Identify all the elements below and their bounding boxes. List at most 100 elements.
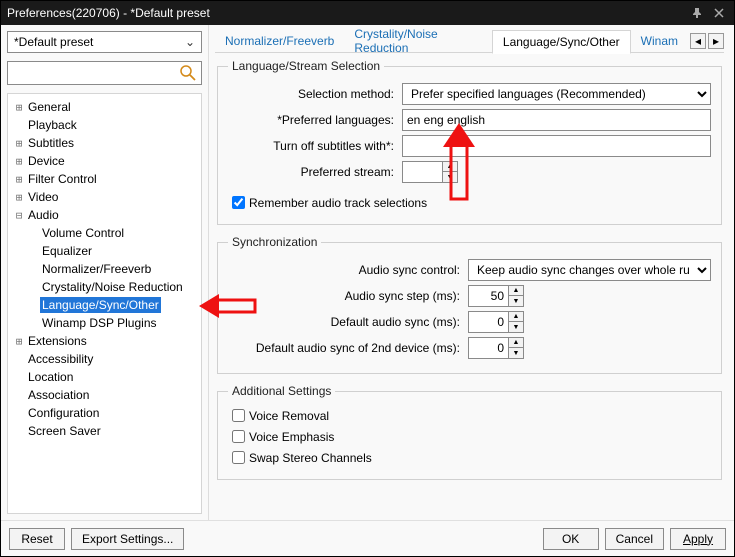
synchronization-group: Synchronization Audio sync control: Keep… (217, 235, 722, 374)
search-input[interactable] (12, 65, 179, 81)
tab[interactable]: Crystality/Noise Reduction (344, 29, 492, 53)
tree-label: Extensions (26, 333, 89, 349)
expand-icon[interactable]: ⊞ (12, 335, 26, 348)
tree-node[interactable]: Volume Control (8, 224, 201, 242)
additional-settings-group: Additional Settings Voice Removal Voice … (217, 384, 722, 480)
category-tree[interactable]: ⊞GeneralPlayback⊞Subtitles⊞Device⊞Filter… (7, 93, 202, 514)
left-pane: *Default preset ⌄ ⊞GeneralPlayback⊞Subti… (1, 25, 209, 520)
tab[interactable]: Normalizer/Freeverb (215, 29, 344, 53)
audio-sync-step-label: Audio sync step (ms): (228, 289, 468, 303)
remember-audio-checkbox[interactable] (232, 196, 245, 209)
preferred-stream-input[interactable] (402, 161, 443, 183)
tree-label: Winamp DSP Plugins (40, 315, 159, 331)
tree-label: Video (26, 189, 60, 205)
default-audio-sync-label: Default audio sync (ms): (228, 315, 468, 329)
language-legend: Language/Stream Selection (228, 59, 384, 73)
expand-icon[interactable]: ⊞ (12, 137, 26, 150)
tree-node[interactable]: ⊟Audio (8, 206, 201, 224)
default-audio-sync2-spinner[interactable]: ▲▼ (468, 337, 524, 359)
ok-button[interactable]: OK (543, 528, 599, 550)
audio-sync-step-spinner[interactable]: ▲▼ (468, 285, 524, 307)
tree-node[interactable]: Winamp DSP Plugins (8, 314, 201, 332)
tree-label: Accessibility (26, 351, 95, 367)
button-bar: Reset Export Settings... OK Cancel Apply (1, 520, 734, 556)
swap-stereo-checkbox[interactable] (232, 451, 245, 464)
tree-node[interactable]: Association (8, 386, 201, 404)
voice-emphasis-checkbox[interactable] (232, 430, 245, 443)
tree-node[interactable]: Normalizer/Freeverb (8, 260, 201, 278)
tree-label: Playback (26, 117, 79, 133)
chevron-down-icon: ⌄ (185, 35, 195, 49)
pin-button[interactable] (688, 4, 706, 22)
tree-label: Language/Sync/Other (40, 297, 161, 313)
tree-label: Crystality/Noise Reduction (40, 279, 185, 295)
default-audio-sync-spinner[interactable]: ▲▼ (468, 311, 524, 333)
spin-up-icon[interactable]: ▲ (443, 162, 457, 172)
collapse-icon[interactable]: ⊟ (12, 209, 26, 222)
tree-node[interactable]: Screen Saver (8, 422, 201, 440)
tab-scroll-right[interactable]: ▸ (708, 33, 724, 49)
tree-node[interactable]: ⊞Extensions (8, 332, 201, 350)
spin-up-icon[interactable]: ▲ (509, 338, 523, 348)
tree-node[interactable]: ⊞Filter Control (8, 170, 201, 188)
tree-node[interactable]: ⊞Video (8, 188, 201, 206)
apply-button[interactable]: Apply (670, 528, 726, 550)
tree-label: Equalizer (40, 243, 94, 259)
tree-node[interactable]: ⊞General (8, 98, 201, 116)
expand-icon[interactable]: ⊞ (12, 191, 26, 204)
tree-label: Location (26, 369, 75, 385)
expand-icon[interactable]: ⊞ (12, 155, 26, 168)
tree-node[interactable]: Equalizer (8, 242, 201, 260)
tree-node[interactable]: Crystality/Noise Reduction (8, 278, 201, 296)
expand-icon[interactable]: ⊞ (12, 101, 26, 114)
spin-up-icon[interactable]: ▲ (509, 312, 523, 322)
preferred-stream-spinner[interactable]: ▲▼ (402, 161, 458, 183)
preset-value: *Default preset (14, 35, 185, 49)
tree-node[interactable]: ⊞Subtitles (8, 134, 201, 152)
spin-down-icon[interactable]: ▼ (509, 296, 523, 306)
reset-button[interactable]: Reset (9, 528, 65, 550)
tab-scroll-left[interactable]: ◂ (690, 33, 706, 49)
default-audio-sync2-input[interactable] (468, 337, 509, 359)
search-box[interactable] (7, 61, 202, 85)
preset-combo[interactable]: *Default preset ⌄ (7, 31, 202, 53)
audio-sync-step-input[interactable] (468, 285, 509, 307)
preferred-languages-label: *Preferred languages: (228, 113, 402, 127)
tree-node[interactable]: ⊞Device (8, 152, 201, 170)
titlebar: Preferences(220706) - *Default preset (1, 1, 734, 25)
tree-label: Normalizer/Freeverb (40, 261, 153, 277)
cancel-button[interactable]: Cancel (605, 528, 664, 550)
tree-label: Device (26, 153, 67, 169)
tree-node[interactable]: Playback (8, 116, 201, 134)
spin-up-icon[interactable]: ▲ (509, 286, 523, 296)
tree-label: General (26, 99, 73, 115)
turn-off-subtitles-input[interactable] (402, 135, 711, 157)
close-button[interactable] (710, 4, 728, 22)
swap-stereo-label: Swap Stereo Channels (249, 451, 372, 465)
voice-emphasis-label: Voice Emphasis (249, 430, 334, 444)
tree-node[interactable]: Accessibility (8, 350, 201, 368)
preferred-languages-input[interactable] (402, 109, 711, 131)
default-audio-sync2-label: Default audio sync of 2nd device (ms): (228, 341, 468, 355)
spin-down-icon[interactable]: ▼ (443, 172, 457, 182)
turn-off-subtitles-label: Turn off subtitles with*: (228, 139, 402, 153)
spin-down-icon[interactable]: ▼ (509, 322, 523, 332)
tab[interactable]: Winam (631, 29, 688, 53)
tree-label: Configuration (26, 405, 101, 421)
audio-sync-control-select[interactable]: Keep audio sync changes over whole ru (468, 259, 711, 281)
window-title: Preferences(220706) - *Default preset (7, 6, 684, 20)
selection-method-select[interactable]: Prefer specified languages (Recommended) (402, 83, 711, 105)
tree-label: Screen Saver (26, 423, 103, 439)
spin-down-icon[interactable]: ▼ (509, 348, 523, 358)
tree-label: Volume Control (40, 225, 126, 241)
voice-removal-checkbox[interactable] (232, 409, 245, 422)
tree-node[interactable]: Location (8, 368, 201, 386)
export-settings-button[interactable]: Export Settings... (71, 528, 184, 550)
tab[interactable]: Language/Sync/Other (492, 30, 631, 54)
synchronization-legend: Synchronization (228, 235, 321, 249)
language-group: Language/Stream Selection Selection meth… (217, 59, 722, 225)
default-audio-sync-input[interactable] (468, 311, 509, 333)
expand-icon[interactable]: ⊞ (12, 173, 26, 186)
tree-node[interactable]: Configuration (8, 404, 201, 422)
tree-node[interactable]: Language/Sync/Other (8, 296, 201, 314)
